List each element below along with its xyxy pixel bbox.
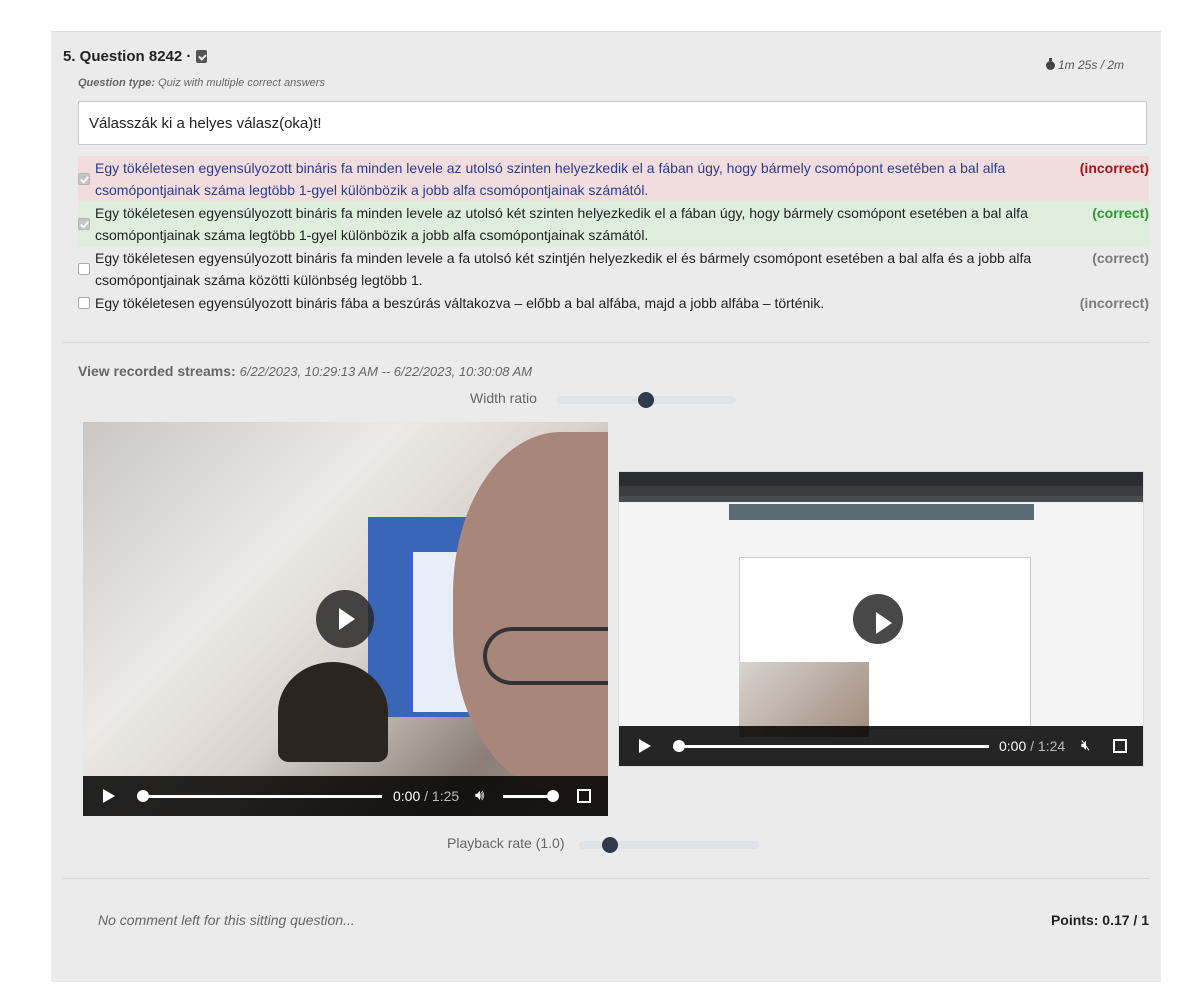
fullscreen-icon[interactable] <box>577 789 591 803</box>
answer-text: Egy tökéletesen egyensúlyozott bináris f… <box>95 295 825 311</box>
background-person <box>278 662 388 762</box>
answer-option[interactable]: Egy tökéletesen egyensúlyozott bináris f… <box>78 291 1149 315</box>
answer-text: Egy tökéletesen egyensúlyozott bináris f… <box>95 205 1028 243</box>
streams-range: 6/22/2023, 10:29:13 AM -- 6/22/2023, 10:… <box>239 364 533 379</box>
answer-option[interactable]: Egy tökéletesen egyensúlyozott bináris f… <box>78 201 1149 247</box>
webcam-face <box>453 432 608 792</box>
divider <box>63 342 1149 343</box>
width-ratio-label: Width ratio <box>470 390 537 406</box>
clipboard-check-icon <box>196 50 208 63</box>
answer-checkbox[interactable] <box>78 297 90 309</box>
playback-rate-label: Playback rate (1.0) <box>447 835 565 851</box>
screen-bookmarks <box>619 496 1143 502</box>
video-controls: 0:00 / 1:24 🔇︎ <box>619 726 1143 766</box>
volume-track[interactable] <box>503 795 553 798</box>
playback-rate-handle[interactable] <box>601 837 618 853</box>
answer-result: (incorrect) <box>1079 160 1149 176</box>
question-prompt: Válasszák ki a helyes válasz(oka)t! <box>78 101 1147 145</box>
big-play-button[interactable] <box>316 590 374 648</box>
time-separator: / <box>420 788 432 804</box>
current-time: 0:00 <box>393 788 421 804</box>
answer-result: (correct) <box>1092 205 1149 221</box>
question-title: 5. Question 8242 · <box>63 48 208 65</box>
progress-handle[interactable] <box>673 740 685 752</box>
duration: 1:25 <box>431 788 460 804</box>
answer-checkbox[interactable] <box>78 263 90 275</box>
width-ratio-handle[interactable] <box>638 392 654 408</box>
video-controls: 0:00 / 1:25 🔊︎ <box>83 776 608 816</box>
play-icon[interactable] <box>103 789 115 803</box>
question-type: Question type: Quiz with multiple correc… <box>78 77 325 89</box>
question-timer: 1m 25s / 2m <box>1045 57 1124 72</box>
answer-result: (correct) <box>1092 250 1149 266</box>
screen-recording-video[interactable]: 0:00 / 1:24 🔇︎ <box>618 471 1144 767</box>
question-panel: 5. Question 8242 · 1m 25s / 2m Question … <box>51 31 1161 982</box>
question-type-label: Question type: <box>78 77 156 89</box>
question-number-title: 5. Question 8242 · <box>63 48 192 65</box>
play-icon[interactable] <box>639 739 651 753</box>
answer-checkbox[interactable] <box>78 173 90 185</box>
screen-address-bar <box>619 486 1143 496</box>
big-play-button[interactable] <box>853 594 903 644</box>
points-display: Points: 0.17 / 1 <box>1050 912 1149 928</box>
progress-track[interactable] <box>137 795 382 798</box>
stopwatch-icon <box>1045 57 1055 70</box>
screen-browser-tabs <box>619 472 1143 486</box>
time-separator: / <box>1026 738 1038 754</box>
webcam-video[interactable]: 0:00 / 1:25 🔊︎ <box>83 422 608 816</box>
answer-checkbox[interactable] <box>78 218 90 230</box>
divider <box>63 878 1149 879</box>
timer-text: 1m 25s / 2m <box>1057 58 1124 72</box>
current-time: 0:00 <box>999 738 1027 754</box>
width-ratio-slider[interactable] <box>556 392 736 408</box>
webcam-glasses <box>483 627 608 685</box>
answer-text: Egy tökéletesen egyensúlyozott bináris f… <box>95 160 1006 198</box>
muted-icon[interactable]: 🔇︎ <box>1081 737 1090 754</box>
answer-option[interactable]: Egy tökéletesen egyensúlyozott bináris f… <box>78 156 1149 202</box>
playback-rate-slider[interactable] <box>579 837 759 853</box>
time-display: 0:00 / 1:24 <box>999 738 1065 754</box>
time-display: 0:00 / 1:25 <box>393 788 459 804</box>
progress-handle[interactable] <box>137 790 149 802</box>
answer-text: Egy tökéletesen egyensúlyozott bináris f… <box>95 250 1032 288</box>
answer-result: (incorrect) <box>1079 295 1149 311</box>
volume-icon[interactable]: 🔊︎ <box>475 787 484 804</box>
screen-app-header <box>729 504 1034 520</box>
question-type-value: Quiz with multiple correct answers <box>158 77 325 89</box>
volume-handle[interactable] <box>547 790 559 802</box>
comment-text: No comment left for this sitting questio… <box>98 912 355 928</box>
streams-label: View recorded streams: <box>78 363 236 379</box>
progress-track[interactable] <box>673 745 989 748</box>
fullscreen-icon[interactable] <box>1113 739 1127 753</box>
answer-option[interactable]: Egy tökéletesen egyensúlyozott bináris f… <box>78 246 1149 292</box>
recorded-streams-header: View recorded streams: 6/22/2023, 10:29:… <box>78 363 532 379</box>
duration: 1:24 <box>1037 738 1066 754</box>
